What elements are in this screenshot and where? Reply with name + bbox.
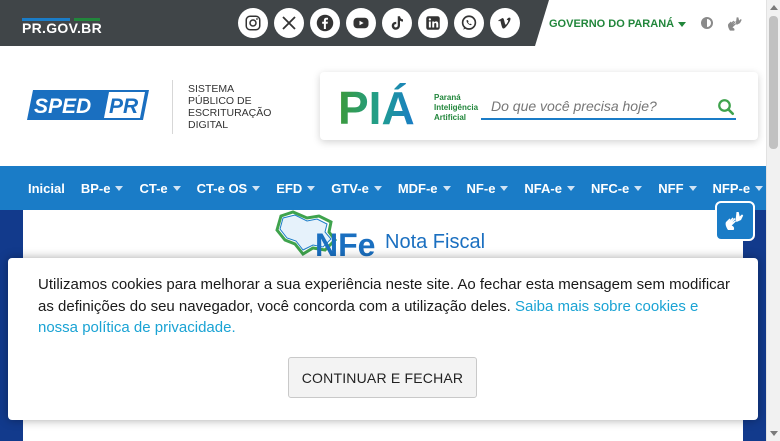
nav-item-inicial[interactable]: Inicial <box>20 181 73 196</box>
whatsapp-icon[interactable] <box>454 8 484 38</box>
government-menu-dropdown[interactable]: GOVERNO DO PARANÁ <box>549 18 687 30</box>
scroll-up-arrow-icon[interactable] <box>770 5 778 10</box>
nav-item-nf-e[interactable]: NF-e <box>459 181 517 196</box>
youtube-icon[interactable] <box>346 8 376 38</box>
nav-item-label: MDF-e <box>397 180 438 196</box>
search-icon[interactable] <box>717 98 735 116</box>
chevron-down-icon <box>172 185 181 191</box>
nav-item-efd[interactable]: EFD <box>268 181 323 196</box>
government-menu-area: GOVERNO DO PARANÁ <box>535 0 766 46</box>
gov-logo-text: PR.GOV.BR <box>22 20 102 36</box>
nav-item-ct-e[interactable]: CT-e <box>131 181 188 196</box>
pr-logo-text: PR <box>109 95 139 118</box>
nav-item-nff[interactable]: NFF <box>650 181 704 196</box>
x-twitter-icon[interactable] <box>274 8 304 38</box>
nav-item-label: BP-e <box>80 180 111 196</box>
vimeo-icon[interactable] <box>490 8 520 38</box>
header-divider <box>172 80 173 134</box>
nav-item-gtv-e[interactable]: GTV-e <box>323 181 390 196</box>
main-nav-bar: Inicial BP-e CT-e CT-e OS EFD GTV-e MDF-e NF-e N… <box>0 166 780 210</box>
nav-item-nfp-e[interactable]: NFP-e <box>705 181 772 196</box>
chevron-down-icon <box>307 185 316 191</box>
linkedin-icon[interactable] <box>418 8 448 38</box>
chevron-down-icon <box>252 185 261 191</box>
chevron-down-icon <box>634 185 643 191</box>
nav-item-label: NFF <box>658 180 684 196</box>
page-scrollbar[interactable] <box>766 0 780 441</box>
nav-item-label: CT-e OS <box>196 180 248 196</box>
nav-item-nfa-e[interactable]: NFA-e <box>516 181 583 196</box>
continue-and-close-button[interactable]: CONTINUAR E FECHAR <box>288 357 477 398</box>
site-header: SPED PR SISTEMA PÚBLICO DE ESCRITURAÇÃO … <box>0 46 766 166</box>
tiktok-icon[interactable] <box>382 8 412 38</box>
nav-item-label: NFP-e <box>712 180 751 196</box>
sped-desc-line: ESCRITURAÇÃO <box>188 107 272 119</box>
logo-stripes <box>22 8 102 21</box>
pia-tagline-line: Artificial <box>434 113 466 122</box>
scrollbar-thumb[interactable] <box>769 16 778 149</box>
chevron-down-icon <box>755 185 764 191</box>
search-input[interactable] <box>481 94 736 120</box>
pia-logo[interactable]: PIÁ Paraná Inteligência Artificial <box>338 80 483 130</box>
nfe-logo-subtitle: Nota Fiscal <box>385 231 485 253</box>
cookie-message: Utilizamos cookies para melhorar a sua e… <box>38 274 738 339</box>
nfe-logo-text: NFe <box>315 227 375 258</box>
nav-item-label: CT-e <box>139 180 168 196</box>
sped-pr-logo[interactable]: SPED PR <box>27 90 149 120</box>
scroll-down-arrow-icon[interactable] <box>770 431 778 436</box>
pia-logo-text: PIÁ <box>338 82 415 130</box>
contrast-icon[interactable] <box>701 17 713 29</box>
nav-item-bp-e[interactable]: BP-e <box>73 181 132 196</box>
nav-item-mdf-e[interactable]: MDF-e <box>390 181 459 196</box>
libras-hands-icon <box>725 212 744 230</box>
nav-item-label: EFD <box>276 180 303 196</box>
nav-item-ct-e-os[interactable]: CT-e OS <box>189 181 269 196</box>
pia-tagline-line: Inteligência <box>434 103 479 112</box>
chevron-down-icon <box>442 185 451 191</box>
nav-item-label: NFA-e <box>524 180 562 196</box>
nav-item-label: Inicial <box>28 180 65 196</box>
sped-desc-line: SISTEMA <box>188 83 235 95</box>
pia-tagline-line: Paraná <box>434 93 461 102</box>
nav-item-label: NF-e <box>466 180 496 196</box>
chevron-down-icon <box>566 185 575 191</box>
facebook-icon[interactable] <box>310 8 340 38</box>
nfe-logo: NFe Nota Fiscal <box>275 210 485 258</box>
libras-accessibility-button[interactable] <box>715 201 755 241</box>
chevron-down-icon <box>688 185 697 191</box>
libras-hands-icon[interactable] <box>725 14 745 34</box>
sped-desc-line: PÚBLICO DE <box>188 95 252 107</box>
nav-item-label: GTV-e <box>331 180 369 196</box>
government-menu-label: GOVERNO DO PARANÁ <box>549 18 675 30</box>
social-links <box>238 8 520 38</box>
instagram-icon[interactable] <box>238 8 268 38</box>
chevron-down-icon <box>373 185 382 191</box>
chevron-down-icon <box>115 185 124 191</box>
search-card: PIÁ Paraná Inteligência Artificial <box>320 72 758 140</box>
sped-logo-text: SPED <box>34 95 91 118</box>
nav-item-nfc-e[interactable]: NFC-e <box>583 181 650 196</box>
sped-description: SISTEMA PÚBLICO DE ESCRITURAÇÃO DIGITAL <box>188 83 288 131</box>
top-bar: PR.GOV.BR GOVERNO DO PARANÁ <box>0 0 766 46</box>
nav-item-label: NFC-e <box>590 180 630 196</box>
main-nav: Inicial BP-e CT-e CT-e OS EFD GTV-e MDF-e NF-e N… <box>20 166 780 210</box>
chevron-down-icon <box>678 21 687 27</box>
cookie-consent-dialog: Utilizamos cookies para melhorar a sua e… <box>8 258 758 420</box>
sped-desc-line: DIGITAL <box>188 119 229 131</box>
chevron-down-icon <box>500 185 509 191</box>
